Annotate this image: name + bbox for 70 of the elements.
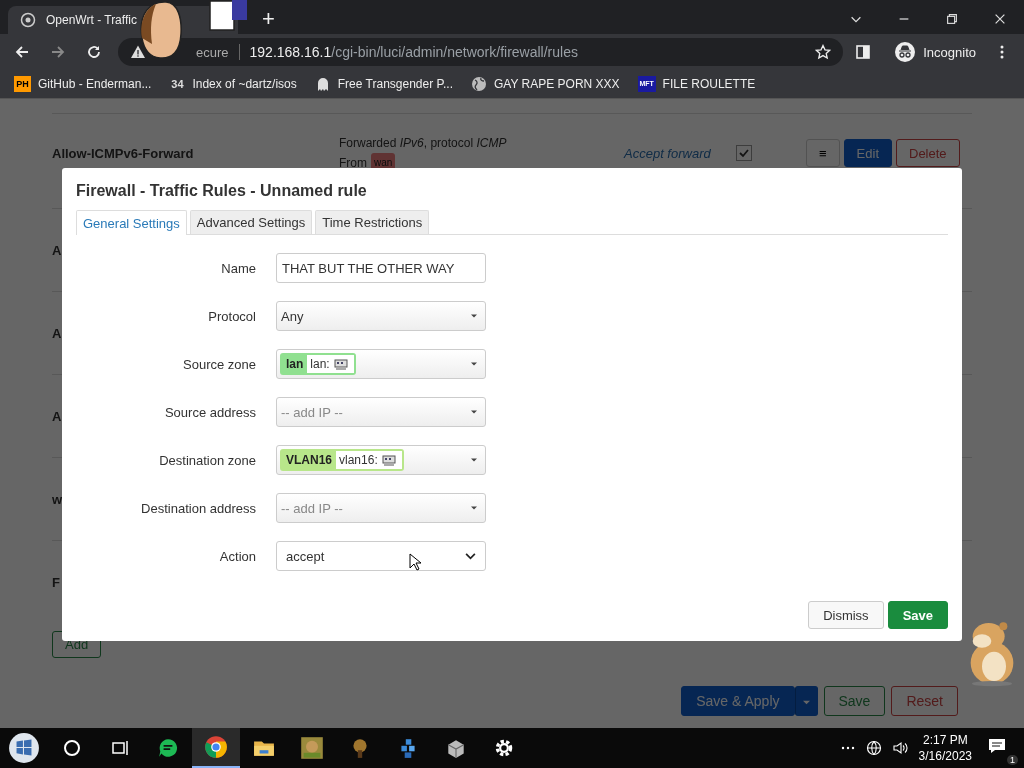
field-label: Name <box>220 260 256 276</box>
monitor-icon <box>333 358 348 370</box>
dropdown-field[interactable]: Any <box>276 301 486 331</box>
caret-icon <box>802 699 810 706</box>
chat-icon <box>157 737 179 759</box>
notification-count: 1 <box>1007 755 1018 765</box>
incognito-button[interactable]: Incognito <box>883 42 982 62</box>
tab-title[interactable]: OpenWrt - Traffic <box>46 13 137 27</box>
zone-dropdown[interactable]: VLAN16 vlan16: <box>276 445 486 475</box>
caret-icon <box>471 505 477 511</box>
bookmark-link[interactable]: Index of ~dartz/isos <box>192 77 297 91</box>
gear-icon <box>493 737 515 759</box>
rule-name: F <box>52 574 60 590</box>
name-field[interactable]: THAT BUT THE OTHER WAY <box>276 253 486 283</box>
cursor-icon <box>409 553 421 571</box>
enable-checkbox[interactable] <box>736 145 752 161</box>
rule-name: A <box>52 242 62 258</box>
from-label: From <box>339 155 367 172</box>
bookmark-link[interactable]: FILE ROULETTE <box>662 77 756 91</box>
bookmark-link[interactable]: GitHub - Enderman... <box>38 77 152 91</box>
settings-tab[interactable]: Advanced Settings <box>189 210 313 234</box>
chevron-icon <box>465 552 476 560</box>
incognito-icon <box>895 42 916 62</box>
caret-icon <box>471 457 477 463</box>
task-view-icon <box>110 738 130 758</box>
globe-icon <box>470 76 487 92</box>
new-tab-button[interactable]: + <box>258 4 279 34</box>
clock-date[interactable]: 3/16/2023 <box>918 748 972 764</box>
bookmark-favicon: 34 <box>170 77 185 92</box>
taskbar-button[interactable] <box>192 728 240 768</box>
settings-tab[interactable]: General Settings <box>76 210 187 235</box>
field-label: Source address <box>163 404 256 420</box>
star-icon[interactable] <box>815 44 832 60</box>
close-icon[interactable] <box>993 12 1007 26</box>
dialog-button[interactable]: Dismiss <box>808 601 884 629</box>
caret-icon <box>471 361 477 367</box>
action-select[interactable]: accept <box>276 541 486 571</box>
rule-name: Allow-ICMPv6-Forward <box>52 145 195 161</box>
rule-name: A <box>52 408 62 424</box>
rule-button[interactable]: ≡ <box>806 139 840 167</box>
settings-tab[interactable]: Time Restrictions <box>315 210 430 234</box>
browser-icon <box>204 735 228 759</box>
caret-icon <box>471 409 477 415</box>
rule-match-text: Forwarded IPv6, protocol ICMP <box>339 136 507 150</box>
address-bar[interactable]: ecure 192.168.16.1/cgi-bin/luci/admin/network/firewall/rules <box>118 38 844 66</box>
rule-name: A <box>52 325 62 341</box>
bookmark-favicon: PH <box>14 76 31 92</box>
game-icon <box>300 736 324 760</box>
clock-time[interactable]: 2:17 PM <box>922 732 968 748</box>
globe-icon <box>20 12 36 28</box>
rule-action: Accept forward <box>624 145 712 161</box>
rule-name: w <box>52 491 63 507</box>
bookmark-link[interactable]: Free Transgender P... <box>337 77 453 91</box>
warning-icon <box>130 44 146 60</box>
field-label: Source zone <box>182 356 256 372</box>
field-label: Destination address <box>140 500 256 516</box>
restore-icon[interactable] <box>945 12 959 26</box>
start-icon[interactable] <box>8 732 40 764</box>
field-label: Destination zone <box>158 452 256 468</box>
caret-icon <box>471 313 477 319</box>
dialog-button[interactable]: Save <box>887 601 948 629</box>
bookmark-link[interactable]: GAY RAPE PORN XXX <box>493 77 620 91</box>
zone-dropdown[interactable]: lan lan: <box>276 349 486 379</box>
notification-icon[interactable] <box>988 737 1006 755</box>
dialog-title: Firewall - Traffic Rules - Unnamed rule <box>76 182 368 200</box>
monitor-icon <box>381 454 396 466</box>
field-label: Protocol <box>207 308 256 324</box>
check-icon <box>738 147 750 159</box>
circle-icon <box>62 738 82 758</box>
field-label: Action <box>218 548 256 564</box>
